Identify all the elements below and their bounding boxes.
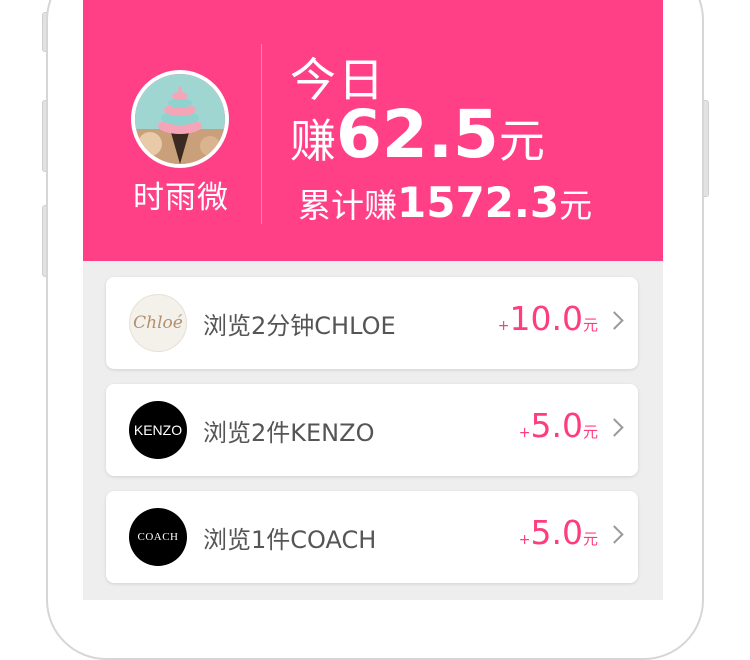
reward-value: 5.0 [530, 513, 583, 552]
kenzo-logo-text: KENZO [133, 422, 183, 438]
reward-unit: 元 [582, 423, 598, 441]
username: 时雨微 [133, 180, 229, 216]
today-prefix: 赚 [290, 114, 336, 168]
today-amount: 62.5 [336, 96, 499, 173]
total-amount: 1572.3 [397, 178, 560, 227]
reward-plus: + [518, 425, 531, 441]
task-label: 浏览1件COACH [203, 526, 377, 554]
task-card-coach[interactable]: COACH 浏览1件COACH +5.0元 [106, 491, 638, 583]
reward-value: 5.0 [530, 406, 583, 445]
header-divider [261, 44, 262, 224]
app-screen: 时雨微 今日 赚62.5元 累计赚1572.3元 Chloé 浏览2分钟CHLO… [83, 0, 663, 600]
chevron-right-icon [605, 525, 624, 544]
task-reward: +10.0元 [498, 299, 598, 338]
reward-unit: 元 [582, 316, 598, 334]
chloe-logo-text: Chloé [133, 313, 183, 333]
avatar[interactable] [131, 70, 229, 168]
total-prefix: 累计赚 [298, 186, 397, 225]
task-reward: +5.0元 [519, 406, 598, 445]
total-unit: 元 [559, 186, 593, 225]
task-card-kenzo[interactable]: KENZO 浏览2件KENZO +5.0元 [106, 384, 638, 476]
task-label: 浏览2分钟CHLOE [203, 312, 396, 340]
reward-plus: + [518, 532, 531, 548]
reward-plus: + [497, 318, 510, 334]
total-earnings: 累计赚1572.3元 [298, 178, 592, 227]
chevron-right-icon [605, 311, 624, 330]
reward-unit: 元 [582, 530, 598, 548]
today-earnings: 赚62.5元 [290, 96, 545, 173]
task-label: 浏览2件KENZO [203, 419, 375, 447]
reward-value: 10.0 [509, 299, 583, 338]
ice-cream-avatar-icon [135, 74, 225, 164]
coach-logo-icon: COACH [129, 508, 187, 566]
kenzo-logo-icon: KENZO [129, 401, 187, 459]
coach-logo-text: COACH [137, 531, 179, 543]
earnings-header: 时雨微 今日 赚62.5元 累计赚1572.3元 [83, 0, 663, 261]
task-card-chloe[interactable]: Chloé 浏览2分钟CHLOE +10.0元 [106, 277, 638, 369]
chevron-right-icon [605, 418, 624, 437]
chloe-logo-icon: Chloé [129, 294, 187, 352]
task-reward: +5.0元 [519, 513, 598, 552]
today-unit: 元 [498, 114, 545, 168]
